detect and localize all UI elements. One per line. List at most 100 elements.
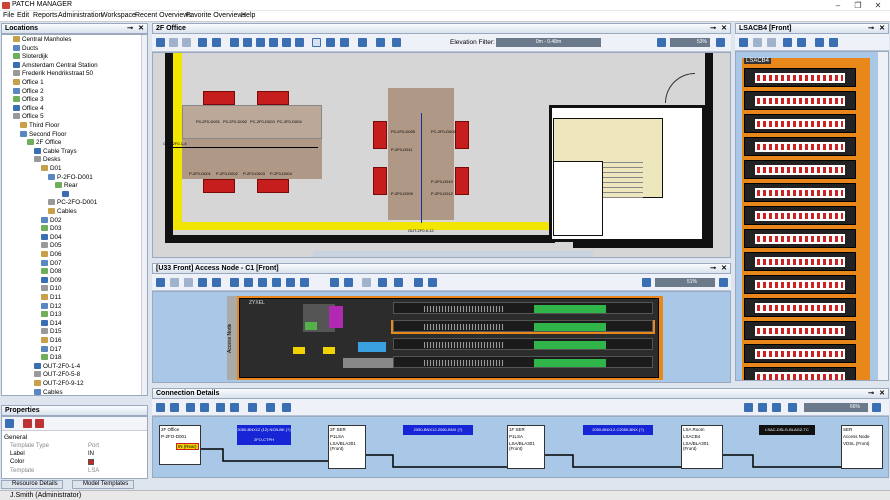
- link-icon[interactable]: [212, 278, 221, 287]
- tree-item[interactable]: D01: [41, 165, 62, 174]
- chair[interactable]: [203, 91, 235, 105]
- forward-icon[interactable]: [767, 38, 776, 47]
- link-icon[interactable]: [212, 38, 221, 47]
- list-icon[interactable]: [198, 38, 207, 47]
- menu-recent-overviews[interactable]: Recent Overviews: [135, 12, 192, 19]
- menu-help[interactable]: Help: [241, 12, 255, 19]
- line-card[interactable]: [393, 356, 653, 368]
- patch-panel[interactable]: [744, 68, 856, 87]
- copy-icon[interactable]: [256, 38, 265, 47]
- patch-panel[interactable]: [744, 344, 856, 363]
- up-icon[interactable]: [156, 278, 165, 287]
- add-icon[interactable]: [282, 38, 291, 47]
- move-icon[interactable]: [272, 278, 281, 287]
- tree-scrollbar[interactable]: [141, 35, 147, 395]
- tree-item[interactable]: Ducts: [13, 44, 38, 54]
- panel-ports[interactable]: [757, 351, 843, 357]
- tree-item[interactable]: D08: [41, 268, 62, 277]
- zoom-slider[interactable]: 53%: [670, 38, 710, 47]
- panel-ports[interactable]: [757, 121, 843, 127]
- rack-scrollbar[interactable]: [878, 52, 888, 380]
- panel-ports[interactable]: [757, 305, 843, 311]
- zoom-in-icon[interactable]: [716, 38, 725, 47]
- menu-file[interactable]: File: [3, 12, 14, 19]
- tree-item[interactable]: Amsterdam Central Station: [13, 61, 98, 71]
- patch-panel[interactable]: [744, 206, 856, 225]
- pin-icon[interactable]: ⊸: [868, 24, 874, 33]
- panel-ports[interactable]: [757, 190, 843, 196]
- tree-item[interactable]: D17: [41, 345, 62, 355]
- tools-icon[interactable]: [344, 278, 353, 287]
- close-icon[interactable]: ✕: [721, 264, 727, 273]
- collapse-icon[interactable]: [772, 403, 781, 412]
- power-module[interactable]: [329, 306, 343, 328]
- tree-item[interactable]: D16: [41, 337, 62, 346]
- hand-icon[interactable]: [330, 278, 339, 287]
- tree-item[interactable]: Desks: [34, 156, 61, 165]
- line-card[interactable]: [393, 302, 653, 314]
- maximize-button[interactable]: ❐: [850, 0, 866, 11]
- close-button[interactable]: ✕: [870, 0, 886, 11]
- hand-icon[interactable]: [326, 38, 335, 47]
- tree-item[interactable]: Second Floor: [20, 130, 66, 140]
- patch-panel[interactable]: [744, 367, 856, 380]
- tree-item[interactable]: D14: [41, 319, 62, 329]
- pin-icon[interactable]: ⊸: [710, 24, 716, 33]
- grid-icon[interactable]: [829, 38, 838, 47]
- zoom-out-icon[interactable]: [788, 403, 797, 412]
- copy-icon[interactable]: [797, 38, 806, 47]
- zoom-icon[interactable]: [362, 278, 371, 287]
- accessnode-canvas[interactable]: Access Node ZYXEL: [152, 291, 731, 383]
- tree-item[interactable]: D04: [41, 233, 62, 243]
- zoom-in-icon[interactable]: [872, 403, 881, 412]
- tree-item[interactable]: D09: [41, 276, 62, 286]
- grid-icon[interactable]: [295, 38, 304, 47]
- panel-ports[interactable]: [757, 282, 843, 288]
- patch-panel[interactable]: [744, 114, 856, 133]
- edit-icon[interactable]: [5, 419, 14, 428]
- tree-item[interactable]: D05: [41, 242, 62, 251]
- tree-item[interactable]: D15: [41, 328, 62, 337]
- forward-icon[interactable]: [184, 278, 193, 287]
- pin-icon[interactable]: ⊸: [868, 389, 874, 398]
- zoom-slider[interactable]: 66%: [804, 403, 868, 412]
- patch-panel[interactable]: [744, 183, 856, 202]
- save-icon[interactable]: [23, 419, 32, 428]
- expand-icon[interactable]: [758, 403, 767, 412]
- patch-panel[interactable]: [744, 275, 856, 294]
- card-connector[interactable]: [424, 324, 504, 330]
- tree-item[interactable]: Cable Trays: [34, 147, 77, 157]
- export-icon[interactable]: [394, 278, 403, 287]
- pin-icon[interactable]: ⊸: [710, 264, 716, 273]
- tree-item[interactable]: [62, 190, 71, 200]
- zoom-in-icon[interactable]: [719, 278, 728, 287]
- export-icon[interactable]: [392, 38, 401, 47]
- fit-icon[interactable]: [744, 403, 753, 412]
- up-icon[interactable]: [156, 38, 165, 47]
- tree-item[interactable]: Office 1: [13, 79, 44, 88]
- layers-icon[interactable]: [378, 278, 387, 287]
- close-icon[interactable]: ✕: [879, 389, 885, 398]
- tree-item[interactable]: Third Floor: [20, 122, 59, 131]
- select-icon[interactable]: [243, 38, 252, 47]
- locations-tree[interactable]: Central Manholes Ducts Sloterdijk Amsterdam…: [1, 34, 148, 396]
- prop-value[interactable]: IN: [88, 451, 94, 457]
- tree-item[interactable]: D02: [41, 216, 62, 226]
- panel-ports[interactable]: [757, 167, 843, 173]
- line-card[interactable]: [393, 338, 653, 350]
- tree-item[interactable]: D13: [41, 311, 62, 320]
- cable-tray[interactable]: [173, 222, 553, 230]
- grid-icon[interactable]: [300, 278, 309, 287]
- menu-reports[interactable]: Reports: [33, 12, 58, 19]
- rectangle-icon[interactable]: [312, 38, 321, 47]
- chair[interactable]: [455, 167, 469, 195]
- chair[interactable]: [373, 167, 387, 195]
- panel-ports[interactable]: [757, 75, 843, 81]
- color-swatch[interactable]: [88, 459, 94, 465]
- tools-icon[interactable]: [340, 38, 349, 47]
- back-icon[interactable]: [170, 278, 179, 287]
- pin-icon[interactable]: ⊸: [127, 24, 133, 33]
- panel-ports[interactable]: [757, 144, 843, 150]
- tree-item[interactable]: P-2FO-D001: [48, 173, 93, 183]
- copy-icon[interactable]: [258, 278, 267, 287]
